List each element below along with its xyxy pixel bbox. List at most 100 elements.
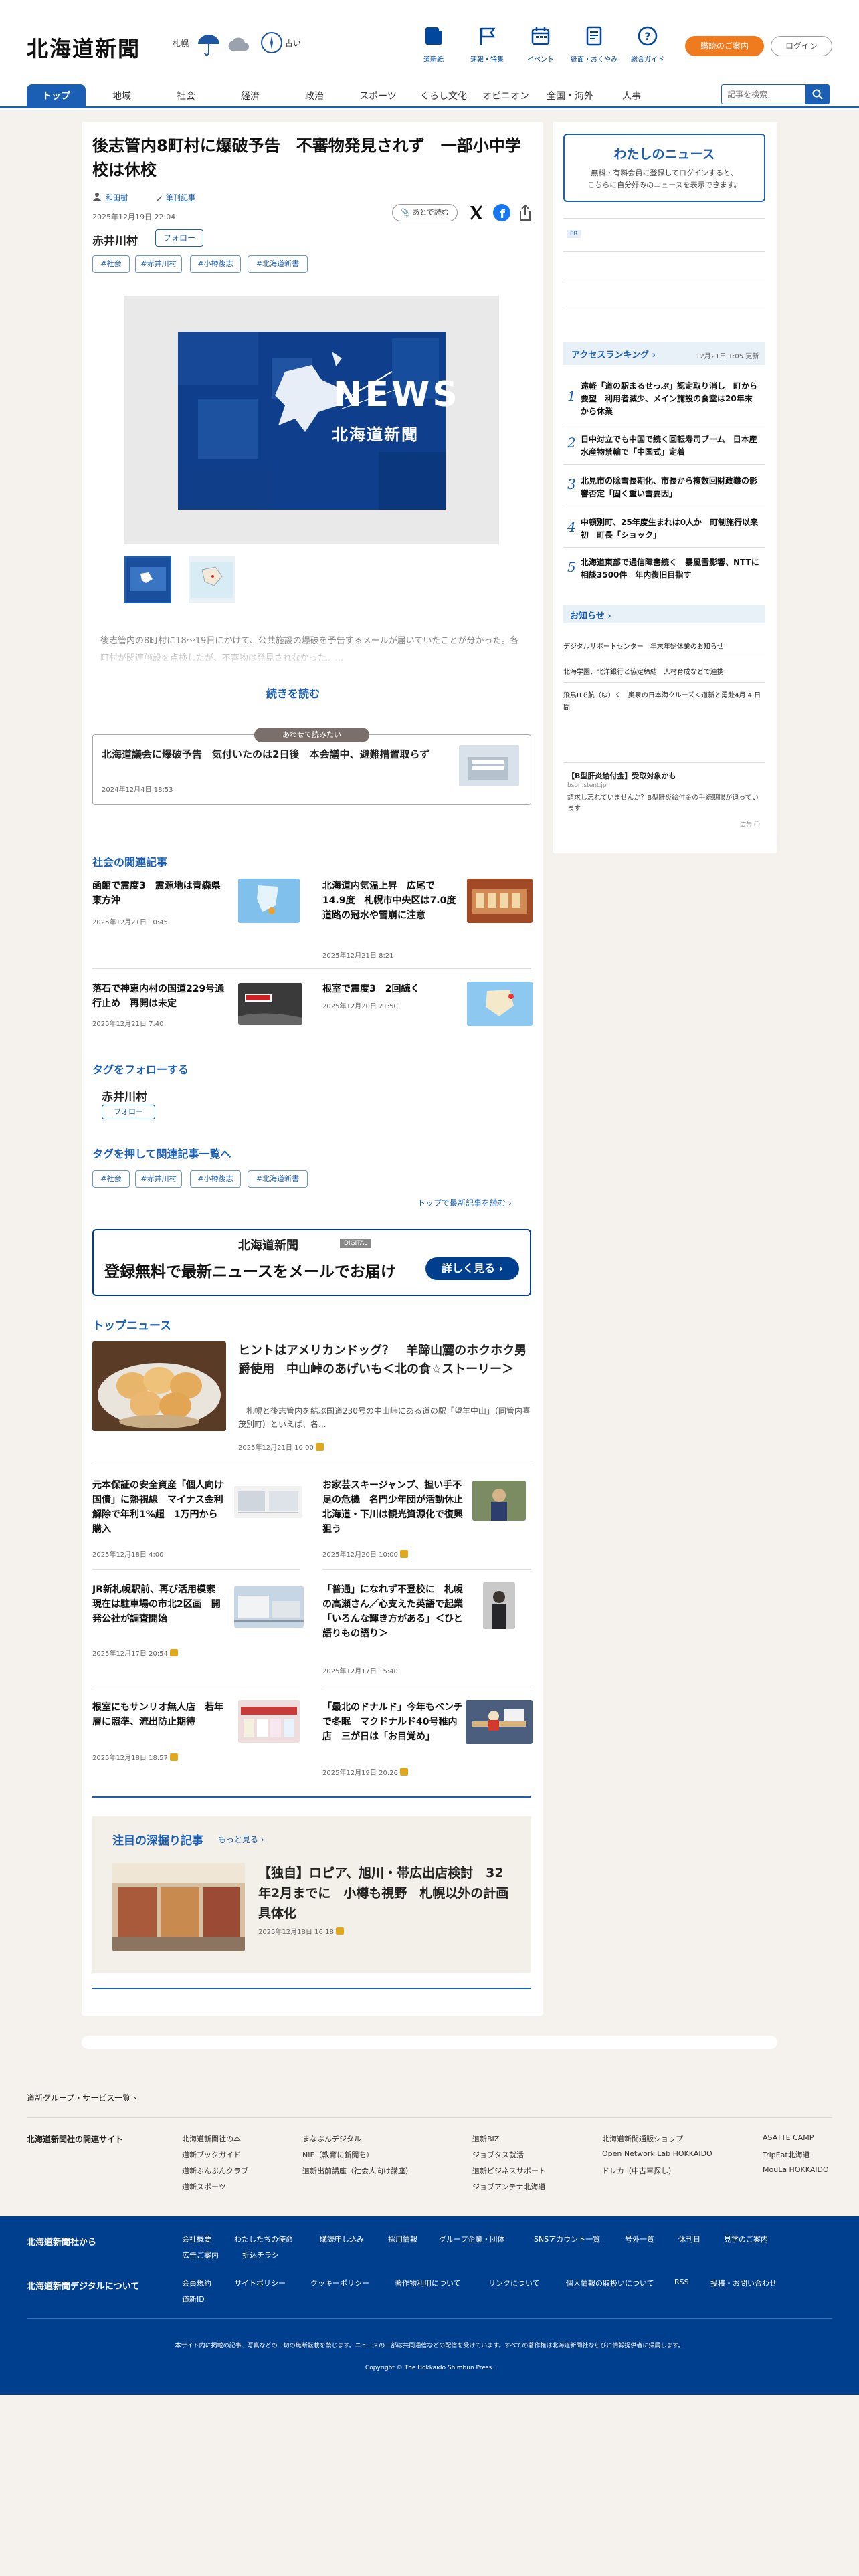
top-news-thumb[interactable] [234, 1486, 302, 1518]
top-news-thumb[interactable] [238, 1700, 300, 1743]
ad-text[interactable]: 請求し忘れていませんか？B型肝炎給付金の手続期限が迫っています [567, 793, 761, 815]
related-site-link[interactable]: 道新ブックガイド [182, 2149, 241, 2160]
footer-link[interactable]: 見学のご案内 [724, 2234, 768, 2244]
tab-top[interactable]: トップ [27, 84, 86, 108]
top-news-title[interactable]: 元本保証の安全資産「個人向け国債」に熱視線 マイナス金利解除で年利1%超 1万円… [92, 1478, 223, 1537]
related-site-link[interactable]: NIE（教育に新聞を） [302, 2149, 373, 2160]
tag-link[interactable]: #小樽後志 [190, 1170, 241, 1188]
nav-paper[interactable]: 紙面・おくやみ [567, 25, 621, 64]
footer-link[interactable]: 採用情報 [388, 2234, 417, 2244]
social-article-title[interactable]: 北海道内気温上昇 広尾で14.9度 札幌市中央区は7.0度 道路の冠水や雪崩に注… [322, 879, 465, 923]
top-news-lead-title[interactable]: ヒントはアメリカンドッグ？ 羊蹄山麓のホクホク男爵使用 中山峠のあげいも＜北の食… [238, 1341, 533, 1379]
ranking-item[interactable]: 日中対立でも中国で続く回転寿司ブーム 日本産水産物禁輸で「中国式」定着 [581, 433, 760, 459]
tab-personnel[interactable]: 人事 [611, 84, 652, 108]
related-site-link[interactable]: 道新スポーツ [182, 2181, 226, 2192]
ranking-item[interactable]: 北見市の除雪長期化、市長から複数回財政難の影響否定「固く重い雪要因」 [581, 475, 760, 500]
footer-link[interactable]: グループ企業・団体 [439, 2234, 504, 2244]
tag-link[interactable]: #赤井川村 [135, 1170, 182, 1188]
deep-dive-more-link[interactable]: もっと見る › [218, 1834, 264, 1845]
share-icon[interactable] [516, 203, 534, 222]
related-site-link[interactable]: Open Network Lab HOKKAIDO [602, 2149, 712, 2158]
related-site-link[interactable]: 道新BIZ [472, 2133, 499, 2144]
footer-link[interactable]: 購読申し込み [320, 2234, 364, 2244]
related-site-link[interactable]: 道新出前講座（社会人向け講座） [302, 2165, 413, 2176]
weather-city[interactable]: 札幌 [173, 37, 189, 49]
footer-link[interactable]: SNSアカウント一覧 [534, 2234, 600, 2244]
related-site-link[interactable]: 北海道新聞社の本 [182, 2133, 241, 2144]
footer-link[interactable]: 休刊日 [678, 2234, 700, 2244]
related-site-link[interactable]: ASATTE CAMP [763, 2133, 814, 2142]
top-news-thumb[interactable] [466, 1700, 533, 1744]
footer-link[interactable]: 号外一覧 [625, 2234, 654, 2244]
related-thumbnail[interactable] [459, 745, 519, 786]
social-article-title[interactable]: 根室で震度3 2回続く [322, 982, 456, 996]
footer-link[interactable]: リンクについて [488, 2278, 540, 2288]
x-share-icon[interactable] [467, 203, 486, 222]
top-news-lead-thumb[interactable] [92, 1341, 226, 1431]
nav-events[interactable]: イベント [514, 25, 567, 64]
tag-link[interactable]: #小樽後志 [190, 255, 241, 273]
news-image[interactable] [178, 332, 446, 510]
footer-link[interactable]: 道新ID [182, 2294, 205, 2304]
footer-link[interactable]: 投稿・お問い合わせ [710, 2278, 777, 2288]
related-site-link[interactable]: MouLa HOKKAIDO [763, 2165, 829, 2174]
related-site-link[interactable]: 道新ぶんぶんクラブ [182, 2165, 248, 2176]
related-title[interactable]: 北海道議会に爆破予告 気付いたのは2日後 本会議中、避難措置取らず [102, 746, 443, 762]
group-services-link[interactable]: 道新グループ・サービス一覧 › [27, 2092, 136, 2103]
latest-articles-link[interactable]: トップで最新記事を読む › [417, 1197, 512, 1208]
follow-tag-button[interactable]: フォロー [102, 1105, 155, 1119]
footer-link[interactable]: RSS [674, 2278, 689, 2286]
tag-link[interactable]: #北海道新書 [248, 1170, 308, 1188]
top-news-thumb[interactable] [234, 1586, 304, 1628]
nav-breaking[interactable]: 速報・特集 [460, 25, 514, 64]
tab-region[interactable]: 地域 [100, 84, 143, 108]
related-site-link[interactable]: TripEat北海道 [763, 2149, 810, 2160]
ranking-item[interactable]: 中頓別町、25年度生まれは0人か 町制施行以来初 町長「ショック」 [581, 516, 760, 542]
tab-society[interactable]: 社会 [165, 84, 207, 108]
tab-politics[interactable]: 政治 [293, 84, 336, 108]
thumbnail-1[interactable] [124, 556, 171, 603]
follow-button[interactable]: フォロー [155, 229, 203, 247]
notice-item[interactable]: 北海学園、北洋銀行と協定締結 人材育成などで連携 [563, 666, 765, 676]
tag-link[interactable]: #北海道新書 [248, 255, 308, 273]
ranking-item[interactable]: 北海道東部で通信障害続く 暴風雪影響、NTTに相談3500件 年内復旧目指す [581, 556, 760, 582]
ad-title[interactable]: 【B型肝炎給付金】受取対象かも [567, 770, 676, 781]
footer-link[interactable]: 著作物利用について [395, 2278, 461, 2288]
ranking-item[interactable]: 遠軽「道の駅まるせっぷ」認定取り消し 町から要望 利用者減少、メイン施設の食堂は… [581, 380, 760, 418]
top-news-title[interactable]: 根室にもサンリオ無人店 若年層に照準、流出防止期待 [92, 1700, 226, 1729]
search-button[interactable] [805, 84, 830, 104]
tag-link[interactable]: #赤井川村 [135, 255, 182, 273]
footer-link[interactable]: 会社概要 [182, 2234, 211, 2244]
footer-link[interactable]: サイトポリシー [234, 2278, 286, 2288]
tab-world[interactable]: 全国・海外 [542, 84, 598, 108]
social-article-thumb[interactable] [467, 982, 533, 1026]
top-news-thumb[interactable] [483, 1582, 515, 1629]
social-article-title[interactable]: 函館で震度3 震源地は青森県東方沖 [92, 879, 226, 908]
top-news-title[interactable]: JR新札幌駅前、再び活用模索 現在は駐車場の市北2区画 開発公社が調査開始 [92, 1582, 226, 1626]
footer-link[interactable]: わたしたちの使命 [234, 2234, 293, 2244]
read-more-link[interactable]: 続きを読む [266, 685, 320, 701]
author-articles-link[interactable]: 筆刊記事 [166, 192, 195, 203]
deep-dive-title[interactable]: 【独自】ロピア、旭川・帯広出店検討 32年2月までに 小樽も視野 札幌以外の計画… [258, 1863, 512, 1923]
follow-tag-name[interactable]: 赤井川村 [102, 1087, 147, 1104]
related-site-link[interactable]: 道新ビジネスサポート [472, 2165, 546, 2176]
notice-item[interactable]: デジタルサポートセンター 年末年始休業のお知らせ [563, 641, 765, 651]
tag-link[interactable]: #社会 [92, 1170, 130, 1188]
footer-link[interactable]: 個人情報の取扱いについて [566, 2278, 654, 2288]
fortune-label[interactable]: 占い [285, 37, 301, 49]
login-button[interactable]: ログイン [771, 36, 832, 56]
related-site-link[interactable]: 北海道新聞通販ショップ [602, 2133, 683, 2144]
tab-sports[interactable]: スポーツ [355, 84, 401, 108]
thumbnail-2[interactable] [189, 556, 235, 603]
tab-culture[interactable]: くらし文化 [413, 84, 474, 108]
top-news-thumb[interactable] [472, 1481, 526, 1521]
social-article-thumb[interactable] [238, 879, 300, 923]
author-name[interactable]: 和田樹 [106, 192, 128, 203]
tag-name[interactable]: 赤井川村 [92, 231, 138, 248]
footer-link[interactable]: 折込チラシ [242, 2250, 279, 2260]
notice-item[interactable]: 飛鳥Ⅲで航（ゆ）く 奥泉の日本海クルーズ＜道新と勇赴4月 4 日間 [563, 690, 765, 714]
tab-opinion[interactable]: オピニオン [479, 84, 533, 108]
deep-dive-thumb[interactable] [112, 1863, 245, 1951]
fortune-icon[interactable] [260, 31, 286, 58]
nav-newspaper[interactable]: 道新紙 [407, 25, 460, 64]
